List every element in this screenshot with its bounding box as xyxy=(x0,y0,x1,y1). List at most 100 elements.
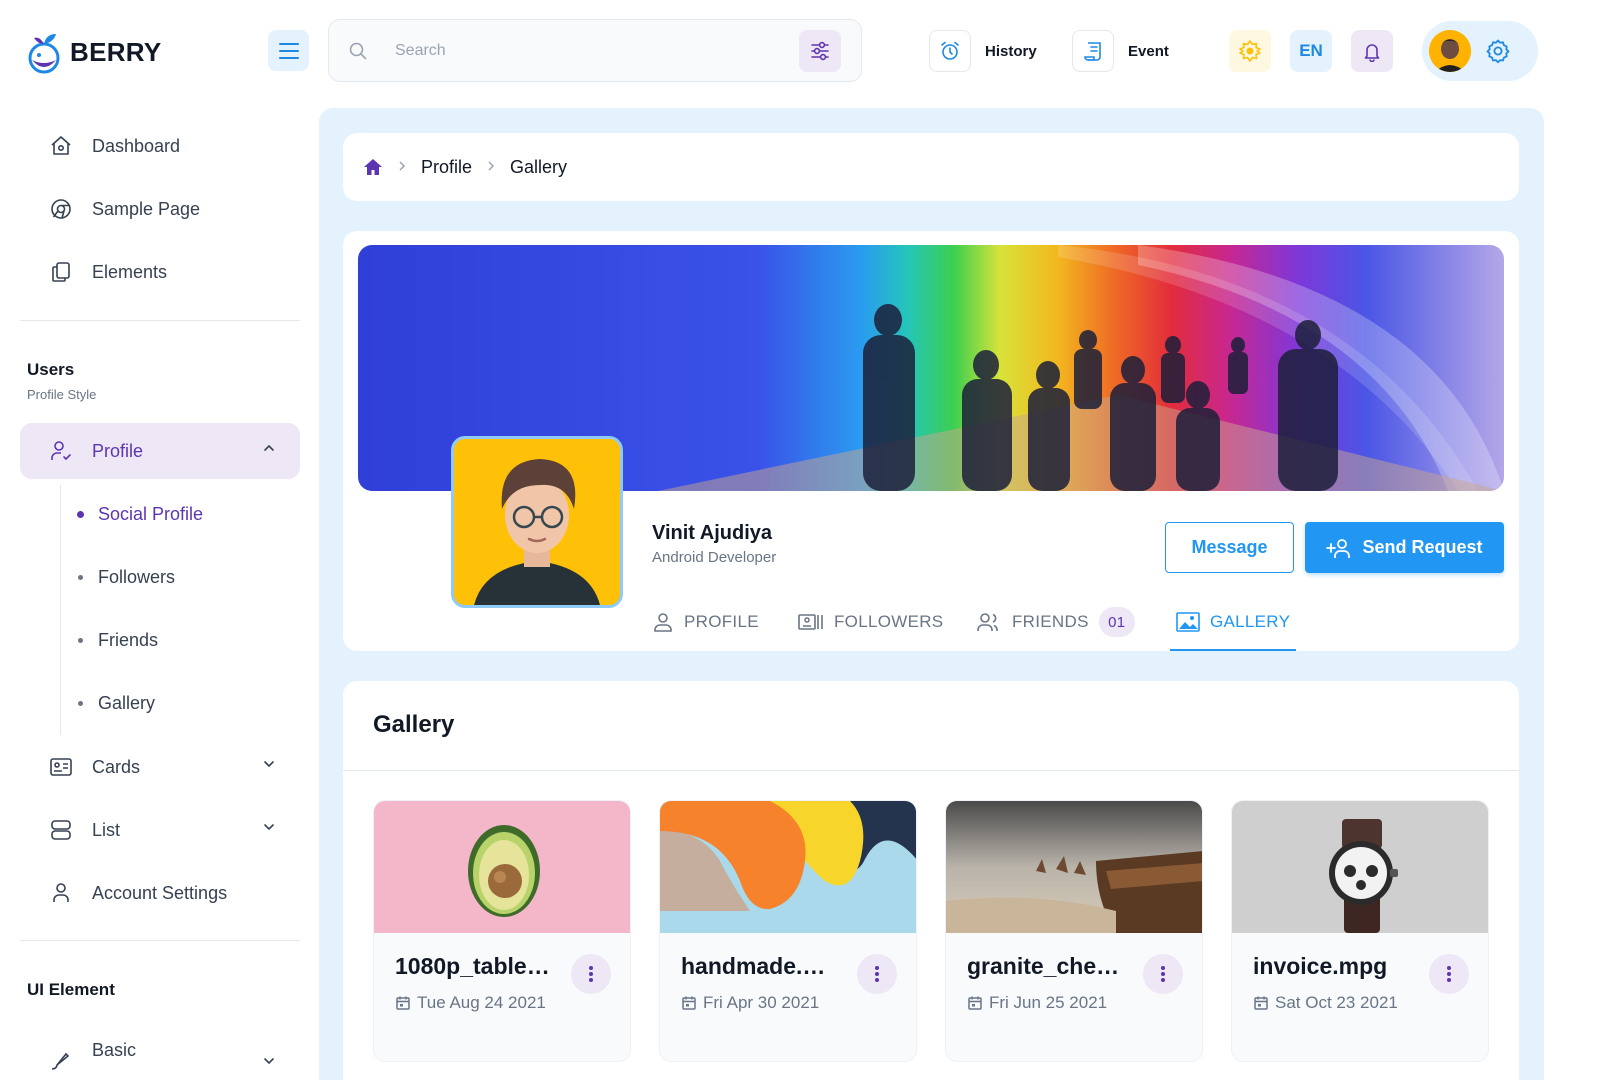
bullet-icon xyxy=(78,700,83,706)
bullet-icon xyxy=(78,574,83,580)
send-request-button[interactable]: Send Request xyxy=(1305,522,1504,573)
more-options-button[interactable] xyxy=(1143,954,1183,994)
sidebar-item-cards[interactable]: Cards xyxy=(20,739,300,795)
file-date-text: Fri Apr 30 2021 xyxy=(703,993,820,1012)
sidebar-item-label: Sample Page xyxy=(92,198,201,219)
copy-icon xyxy=(52,262,70,282)
bullet-icon xyxy=(78,637,83,643)
sidebar-group-title: UI Element xyxy=(27,980,115,999)
gear-icon xyxy=(1486,39,1510,64)
history-label: History xyxy=(985,42,1037,60)
gallery-item[interactable]: granite_chest.pdf Fri Jun 25 2021 xyxy=(945,800,1203,1062)
event-label: Event xyxy=(1128,42,1169,60)
chevron-right-icon xyxy=(486,159,496,175)
sidebar-item-label: Dashboard xyxy=(92,135,181,156)
home-icon[interactable] xyxy=(363,158,383,176)
calendar-icon xyxy=(396,996,410,1010)
sidebar-item-profile[interactable]: Profile xyxy=(20,423,300,479)
search-bar xyxy=(328,19,862,82)
brand-chrome-icon xyxy=(51,199,71,219)
tab-friends[interactable]: FRIENDS 01 xyxy=(976,593,1135,651)
gallery-item[interactable]: handmade.mp2 Fri Apr 30 2021 xyxy=(659,800,917,1062)
sidebar-item-label: Cards xyxy=(92,756,141,777)
sun-icon xyxy=(1239,40,1261,62)
bullet-icon xyxy=(77,510,84,518)
file-date: Tue Aug 24 2021 xyxy=(395,990,560,1016)
tab-label: GALLERY xyxy=(1210,612,1291,631)
dots-vertical-icon xyxy=(1447,966,1451,982)
more-options-button[interactable] xyxy=(571,954,611,994)
paper-thumbnail xyxy=(660,801,916,933)
language-button[interactable]: EN xyxy=(1290,30,1332,72)
history-button[interactable] xyxy=(929,30,971,72)
sidebar-subitem-followers[interactable]: Followers xyxy=(72,555,292,599)
menu-toggle-button[interactable] xyxy=(268,30,309,71)
submenu-guide-line xyxy=(60,485,61,735)
sidebar-item-basic[interactable]: Basic xyxy=(20,1022,300,1078)
cliffs-thumbnail xyxy=(946,801,1202,933)
search-filter-button[interactable] xyxy=(799,30,841,72)
chevron-down-icon xyxy=(264,761,274,768)
message-button[interactable]: Message xyxy=(1165,522,1294,573)
sidebar-divider xyxy=(20,320,300,321)
sidebar-item-label: Profile xyxy=(92,440,144,461)
home-icon xyxy=(51,136,71,155)
sidebar-subitem-label: Social Profile xyxy=(98,503,204,524)
brush-icon xyxy=(51,1052,70,1070)
avatar xyxy=(1429,30,1471,72)
friends-count-badge: 01 xyxy=(1098,607,1135,637)
brand-logo[interactable]: BERRY xyxy=(26,30,162,74)
breadcrumb-profile[interactable]: Profile xyxy=(421,157,472,178)
sidebar-item-sample-page[interactable]: Sample Page xyxy=(20,181,300,237)
sidebar-subitem-friends[interactable]: Friends xyxy=(72,618,292,662)
photo-icon xyxy=(1176,612,1200,632)
file-date: Sat Oct 23 2021 xyxy=(1253,990,1418,1016)
event-button[interactable] xyxy=(1072,30,1114,72)
watch-thumbnail xyxy=(1232,801,1488,933)
calendar-icon xyxy=(968,996,982,1010)
tab-gallery[interactable]: GALLERY xyxy=(1169,593,1297,651)
tab-followers[interactable]: FOLLOWERS xyxy=(798,593,943,651)
calendar-icon xyxy=(682,996,696,1010)
chevron-down-icon xyxy=(264,824,274,831)
search-input[interactable] xyxy=(395,38,775,64)
search-icon xyxy=(349,42,367,60)
profile-card: Vinit Ajudiya Android Developer Message … xyxy=(343,231,1519,651)
sidebar-group-title: Users xyxy=(27,360,75,379)
sidebar-subitem-label: Gallery xyxy=(98,692,156,713)
gallery-item[interactable]: 1080p_table_denar.pdf Tue Aug 24 2021 xyxy=(373,800,631,1062)
dots-vertical-icon xyxy=(589,966,593,982)
user-icon xyxy=(654,613,672,632)
dots-vertical-icon xyxy=(875,966,879,982)
event-link[interactable]: Event xyxy=(1072,30,1169,72)
notifications-button[interactable] xyxy=(1351,30,1393,72)
more-options-button[interactable] xyxy=(857,954,897,994)
tab-profile[interactable]: PROFILE xyxy=(652,593,759,651)
bell-icon xyxy=(1364,44,1380,62)
chevron-up-icon xyxy=(264,444,274,451)
id-card-icon xyxy=(50,758,72,776)
user-profile-chip[interactable] xyxy=(1422,21,1538,81)
sidebar-item-account-settings[interactable]: Account Settings xyxy=(20,865,300,921)
sidebar: Dashboard Sample Page Elements Users Pro… xyxy=(0,100,320,1080)
user-plus-icon xyxy=(1326,538,1351,558)
file-date-text: Tue Aug 24 2021 xyxy=(417,993,546,1012)
user-avatar-icon xyxy=(1429,30,1471,72)
gallery-item[interactable]: invoice.mpg Sat Oct 23 2021 xyxy=(1231,800,1489,1062)
sidebar-item-elements[interactable]: Elements xyxy=(20,244,300,300)
calendar-icon xyxy=(1254,996,1268,1010)
theme-mode-button[interactable] xyxy=(1229,30,1271,72)
sidebar-subitem-gallery[interactable]: Gallery xyxy=(72,681,292,725)
menu-icon xyxy=(278,42,299,59)
history-link[interactable]: History xyxy=(929,30,1037,72)
sidebar-subitem-label: Followers xyxy=(98,566,176,587)
user-icon xyxy=(53,883,69,902)
main-content: Profile Gallery Vinit Ajudiya Android De… xyxy=(319,108,1544,1080)
avocado-thumbnail xyxy=(374,801,630,933)
sidebar-item-dashboard[interactable]: Dashboard xyxy=(20,118,300,174)
profile-name: Vinit Ajudiya xyxy=(652,522,773,544)
sidebar-subitem-social-profile[interactable]: Social Profile xyxy=(72,492,292,536)
more-options-button[interactable] xyxy=(1429,954,1469,994)
sidebar-item-list[interactable]: List xyxy=(20,802,300,858)
file-date-text: Sat Oct 23 2021 xyxy=(1275,993,1398,1012)
